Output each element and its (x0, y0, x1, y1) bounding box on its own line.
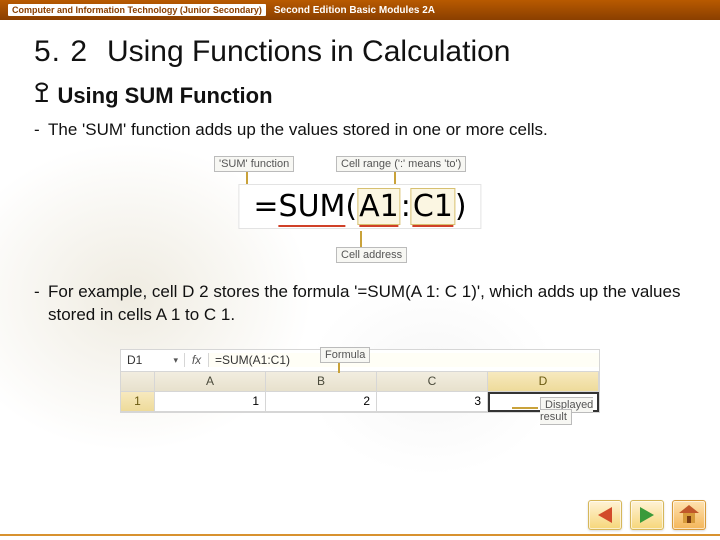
col-header-c[interactable]: C (377, 372, 488, 392)
fx-label[interactable]: fx (185, 353, 209, 367)
row-header-1[interactable]: 1 (121, 392, 155, 412)
annot-sum-function: 'SUM' function (214, 156, 294, 172)
home-icon (680, 507, 698, 523)
callout-line (338, 363, 340, 373)
arrow-left-icon (598, 507, 612, 523)
annot-cell-address: Cell address (336, 247, 407, 263)
formula-colon: : (401, 189, 411, 224)
nav-bar (588, 500, 706, 530)
book-title-box: Computer and Information Technology (Jun… (8, 4, 266, 16)
annot-cell-range: Cell range (':' means 'to') (336, 156, 466, 172)
subheading-row: ߐ Using SUM Function (34, 83, 686, 109)
section-title: Using Functions in Calculation (107, 35, 511, 68)
bullet-1-text: The 'SUM' function adds up the values st… (48, 120, 548, 139)
bullet-1: -The 'SUM' function adds up the values s… (48, 119, 686, 142)
select-all-corner[interactable] (121, 372, 155, 392)
formula-bar[interactable]: =SUM(A1:C1) (209, 353, 599, 367)
book-edition: Second Edition Basic Modules 2A (274, 5, 435, 16)
formula-eq: = (253, 189, 278, 224)
callout-line (360, 231, 362, 247)
formula-fn: SUM (279, 189, 346, 227)
home-button[interactable] (672, 500, 706, 530)
section-number: 5. 2 (34, 35, 88, 69)
section-heading: 5. 2 Using Functions in Calculation (34, 32, 686, 69)
col-header-a[interactable]: A (155, 372, 266, 392)
annot-displayed-result: Displayed result (540, 399, 600, 423)
name-box[interactable]: D1 ▾ (121, 353, 185, 367)
next-button[interactable] (630, 500, 664, 530)
spreadsheet-diagram: Formula D1 ▾ fx =SUM(A1:C1) A B C D 1 1 … (120, 349, 600, 413)
formula-close: ) (455, 189, 467, 224)
cell-a1[interactable]: 1 (155, 392, 266, 412)
subheading: Using SUM Function (57, 83, 272, 109)
callout-line (512, 407, 538, 409)
book-header-bar: Computer and Information Technology (Jun… (0, 0, 720, 20)
cell-b1[interactable]: 2 (266, 392, 377, 412)
leaf-bullet-icon: ߐ (34, 81, 49, 107)
cell-c1[interactable]: 3 (377, 392, 488, 412)
bullet-2-text: For example, cell D 2 stores the formula… (48, 282, 680, 324)
bullet-2: -For example, cell D 2 stores the formul… (48, 281, 686, 327)
arrow-right-icon (640, 507, 654, 523)
formula-display: =SUM(A1:C1) (238, 184, 481, 229)
col-header-b[interactable]: B (266, 372, 377, 392)
spreadsheet-grid: A B C D 1 1 2 3 6 (121, 372, 599, 412)
formula-c1: C1 (413, 189, 453, 227)
formula-open: ( (345, 189, 357, 224)
prev-button[interactable] (588, 500, 622, 530)
formula-a1: A1 (359, 189, 399, 227)
slide-content: 5. 2 Using Functions in Calculation ߐ Us… (0, 20, 720, 413)
annot-formula: Formula (320, 349, 370, 361)
footer-line (0, 534, 720, 536)
name-box-value: D1 (127, 353, 142, 367)
col-header-d[interactable]: D (488, 372, 599, 392)
formula-diagram: 'SUM' function Cell range (':' means 'to… (180, 156, 540, 263)
dropdown-triangle-icon: ▾ (173, 355, 178, 366)
